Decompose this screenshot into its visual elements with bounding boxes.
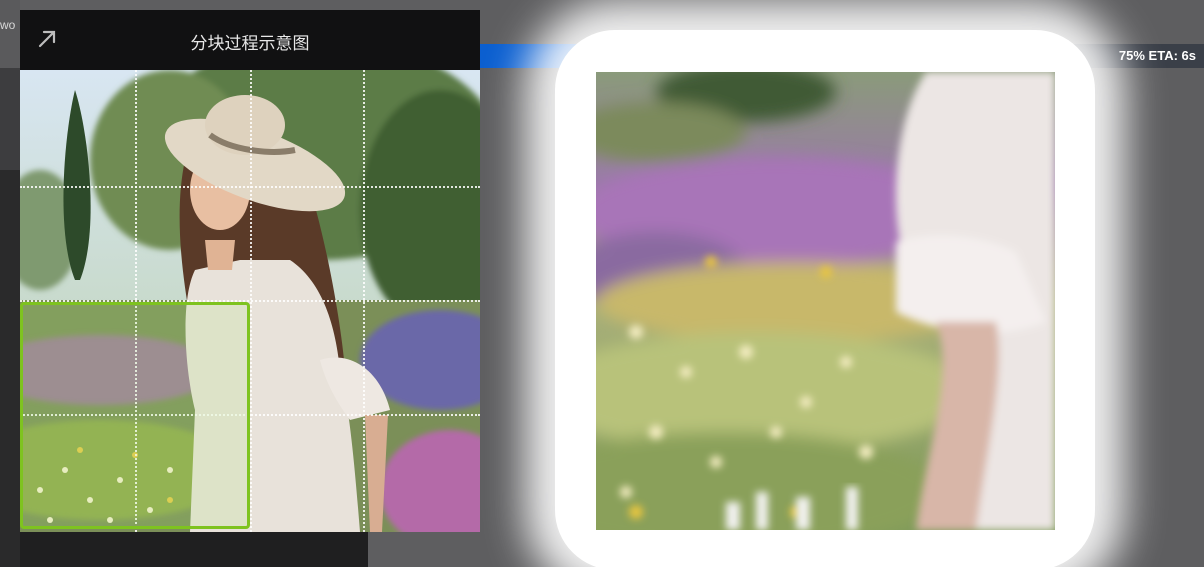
diagram-title: 分块过程示意图 — [190, 34, 310, 54]
background-panel — [20, 532, 368, 567]
tiling-diagram-card: 分块过程示意图 — [20, 10, 480, 532]
background-app-text: wo — [0, 18, 16, 32]
tiled-source-image — [20, 70, 480, 532]
screen: wo 75% ETA: 6s 分块过程示意图 — [0, 0, 1204, 567]
progress-label: 75% ETA: 6s — [1118, 48, 1196, 63]
background-app-edge — [0, 0, 20, 567]
output-tile-preview — [596, 72, 1055, 530]
card-header: 分块过程示意图 — [20, 10, 480, 70]
highlighted-tile — [20, 302, 250, 529]
grid-line-horizontal — [20, 186, 480, 188]
output-tile-image — [596, 72, 1055, 530]
